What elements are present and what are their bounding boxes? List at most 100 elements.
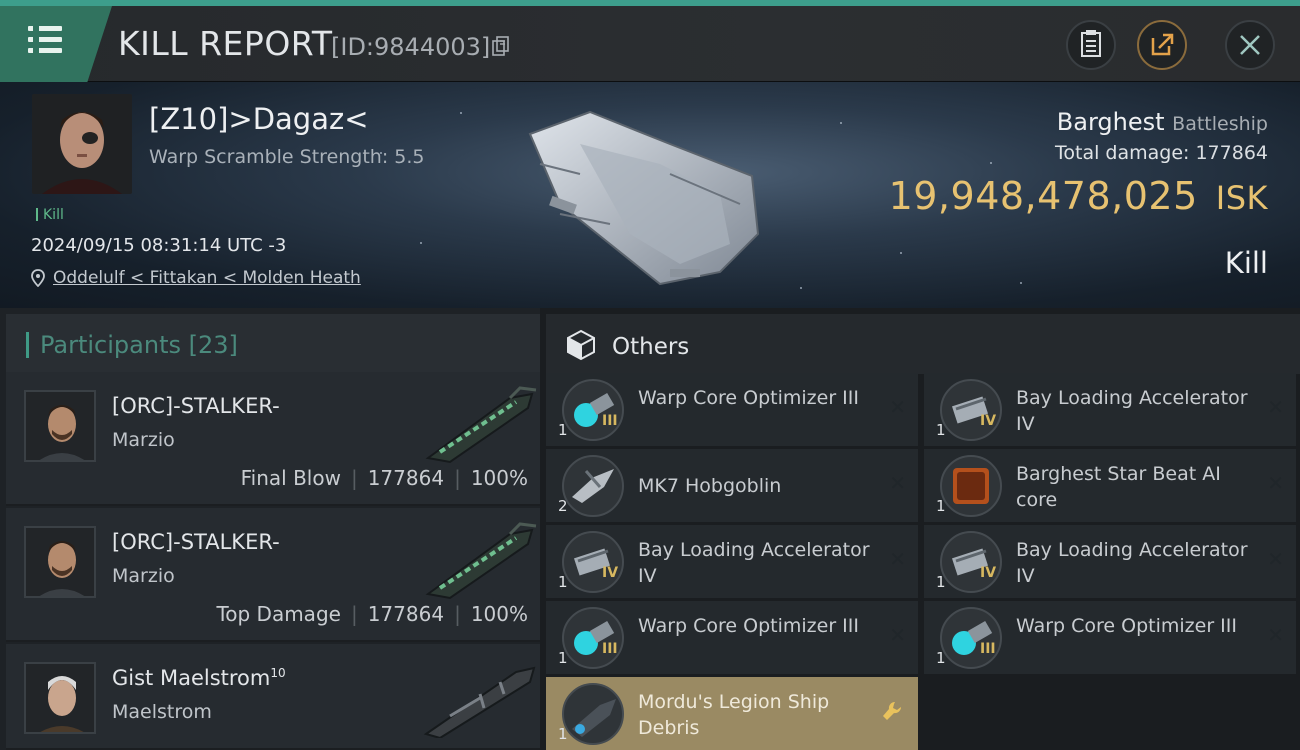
item-bay-loading-accelerator[interactable]: 1 IV Bay Loading Accelerator IV ✕ (924, 525, 1296, 598)
participant-ship-image (425, 386, 537, 464)
close-button[interactable] (1225, 20, 1275, 70)
item-warp-core-optimizer[interactable]: 1 III Warp Core Optimizer III ✕ (546, 373, 918, 446)
menu-button[interactable] (0, 6, 112, 82)
warp-core-optimizer-icon (940, 607, 1002, 669)
participant-avatar[interactable] (24, 390, 96, 462)
participant-level: 10 (270, 666, 286, 680)
location-link[interactable]: Oddelulf < Fittakan < Molden Heath (53, 268, 361, 288)
item-ship-debris[interactable]: 1 Mordu's Legion Ship Debris (546, 677, 918, 750)
warp-scramble-strength: Warp Scramble Strength: 5.5 (149, 146, 425, 168)
copy-icon[interactable] (492, 36, 510, 56)
others-panel: Others 1 III Warp Core Optimizer III ✕ 1… (540, 308, 1300, 750)
item-ai-core[interactable]: 1 Barghest Star Beat AI core ✕ (924, 449, 1296, 522)
participant-avatar[interactable] (24, 526, 96, 598)
cube-icon (567, 329, 595, 361)
destroyed-icon: ✕ (1267, 395, 1284, 419)
participants-panel: Participants [23] [ORC]-STALKER- Marzio (0, 308, 540, 750)
hobgoblin-drone-icon (562, 455, 624, 517)
wrench-icon[interactable] (880, 699, 904, 723)
item-name: Mordu's Legion Ship Debris (638, 691, 830, 739)
item-tier: III (980, 641, 996, 657)
others-title: Others (612, 334, 690, 360)
destroyed-icon: ✕ (889, 547, 906, 571)
total-damage-value: 177864 (1195, 142, 1268, 164)
item-tier: IV (980, 565, 997, 581)
item-hobgoblin[interactable]: 2 MK7 Hobgoblin ✕ (546, 449, 918, 522)
item-quantity: 1 (936, 421, 946, 439)
victim-name[interactable]: [Z10]>Dagaz< (149, 102, 369, 136)
item-warp-core-optimizer[interactable]: 1 III Warp Core Optimizer III ✕ (546, 601, 918, 674)
participant-row[interactable]: Gist Maelstrom10 Maelstrom (6, 644, 540, 750)
participants-tab[interactable]: Participants [23] (6, 314, 540, 374)
destroyed-icon: ✕ (1267, 471, 1284, 495)
item-quantity: 1 (936, 573, 946, 591)
share-button[interactable] (1137, 20, 1187, 70)
item-tier: III (602, 413, 618, 429)
participant-name[interactable]: Gist Maelstrom10 (112, 666, 286, 690)
item-quantity: 1 (558, 725, 568, 743)
bay-loading-accelerator-icon (562, 531, 624, 593)
item-tier: III (602, 641, 618, 657)
item-name: Bay Loading Accelerator IV (1016, 387, 1248, 435)
item-quantity: 1 (558, 421, 568, 439)
share-icon (1151, 33, 1174, 56)
kill-report-screen: KILL REPORT [ID:9844003] [Z10]>Dagaz< Wa… (0, 0, 1300, 750)
participant-name[interactable]: [ORC]-STALKER- (112, 530, 280, 554)
item-warp-core-optimizer[interactable]: 1 III Warp Core Optimizer III ✕ (924, 601, 1296, 674)
item-quantity: 1 (558, 649, 568, 667)
participant-row[interactable]: [ORC]-STALKER- Marzio Final Blow | 17786… (6, 372, 540, 506)
ai-core-icon (940, 455, 1002, 517)
ship-name[interactable]: Barghest Battleship (1057, 108, 1268, 136)
location[interactable]: Oddelulf < Fittakan < Molden Heath (31, 268, 361, 288)
total-damage: Total damage: 177864 (1055, 142, 1268, 164)
result-label: Kill (1224, 246, 1268, 280)
item-quantity: 1 (936, 649, 946, 667)
clipboard-button[interactable] (1066, 20, 1116, 70)
participant-role: Top Damage (216, 602, 341, 626)
destroyed-icon: ✕ (889, 623, 906, 647)
item-bay-loading-accelerator[interactable]: 1 IV Bay Loading Accelerator IV ✕ (924, 373, 1296, 446)
item-tier: IV (980, 413, 997, 429)
item-name: MK7 Hobgoblin (638, 475, 782, 497)
item-name: Barghest Star Beat AI core (1016, 463, 1221, 511)
participant-ship: Marzio (112, 429, 175, 451)
item-bay-loading-accelerator[interactable]: 1 IV Bay Loading Accelerator IV ✕ (546, 525, 918, 598)
item-name: Bay Loading Accelerator IV (1016, 539, 1248, 587)
others-header: Others (546, 314, 1300, 374)
page-title: KILL REPORT (118, 24, 333, 63)
participant-name[interactable]: [ORC]-STALKER- (112, 394, 280, 418)
participant-stats: Top Damage | 177864 | 100% (216, 602, 528, 626)
destroyed-icon: ✕ (1267, 623, 1284, 647)
destroyed-icon: ✕ (889, 471, 906, 495)
report-id: [ID:9844003] (331, 33, 491, 61)
victim-ship-image (528, 110, 760, 286)
participant-avatar[interactable] (24, 662, 96, 734)
participant-ship: Maelstrom (112, 701, 212, 723)
ship-debris-icon (562, 683, 624, 745)
participant-percent: 100% (470, 466, 528, 490)
isk-unit: ISK (1215, 179, 1268, 217)
participant-ship-image (425, 522, 537, 600)
close-icon (1240, 35, 1260, 55)
participant-percent: 100% (470, 602, 528, 626)
item-quantity: 1 (558, 573, 568, 591)
clipboard-icon (1081, 30, 1101, 57)
participant-row[interactable]: [ORC]-STALKER- Marzio Top Damage | 17786… (6, 508, 540, 642)
bay-loading-accelerator-icon (940, 531, 1002, 593)
kill-datetime: 2024/09/15 08:31:14 UTC -3 (31, 235, 287, 256)
location-pin-icon (31, 269, 45, 287)
participants-title: Participants (40, 331, 181, 359)
participants-count: [23] (188, 331, 238, 359)
participant-role: Final Blow (240, 466, 341, 490)
header-bar: KILL REPORT [ID:9844003] (0, 0, 1300, 82)
item-name: Warp Core Optimizer III (638, 615, 859, 637)
item-quantity: 1 (936, 497, 946, 515)
isk-value: 19,948,478,025 ISK (888, 174, 1268, 218)
bay-loading-accelerator-icon (940, 379, 1002, 441)
item-name: Warp Core Optimizer III (1016, 615, 1237, 637)
header-accent-line (0, 0, 1300, 6)
destroyed-icon: ✕ (1267, 547, 1284, 571)
victim-avatar[interactable] (32, 94, 132, 194)
item-quantity: 2 (558, 497, 568, 515)
warp-core-optimizer-icon (562, 607, 624, 669)
